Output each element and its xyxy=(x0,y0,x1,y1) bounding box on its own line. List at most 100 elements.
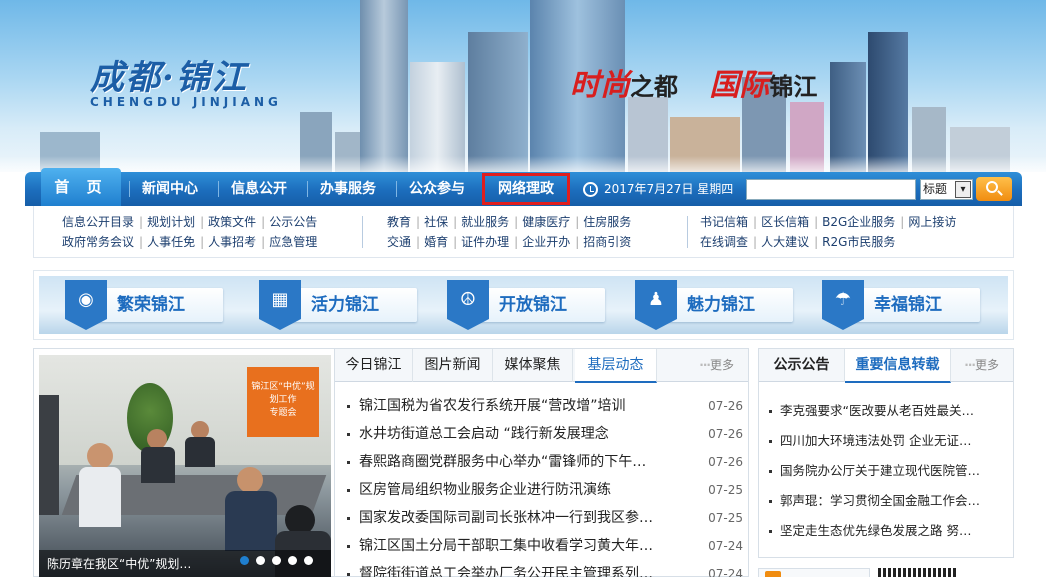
news-date: 07-24 xyxy=(708,567,743,577)
feature-label: 繁荣锦江 xyxy=(117,295,185,315)
feature-openness[interactable]: ☮ 开放锦江 xyxy=(447,280,605,330)
tab-important-reprints[interactable]: 重要信息转载 xyxy=(845,349,951,383)
link-transport[interactable]: 交通 xyxy=(387,232,420,252)
notice-item[interactable]: 李克强要求“医改要从老百姓最关… xyxy=(769,396,1009,426)
link-appointments[interactable]: 人事任免 xyxy=(147,232,204,252)
bullet-icon xyxy=(347,461,350,464)
slide-dot[interactable] xyxy=(256,556,265,565)
link-announcements[interactable]: 公示公告 xyxy=(269,212,322,232)
slide-dot[interactable] xyxy=(288,556,297,565)
news-more-link[interactable]: ···更多 xyxy=(699,349,734,382)
nav-home[interactable]: 首 页 xyxy=(41,168,121,206)
news-item[interactable]: 锦江国税为省农发行系统开展“营改增”培训 07-26 xyxy=(347,392,743,420)
search-type-select[interactable]: 标题 ▾ xyxy=(920,179,973,200)
news-tabs: 今日锦江 图片新闻 媒体聚焦 基层动态 ···更多 xyxy=(335,349,748,383)
slide-dot[interactable] xyxy=(272,556,281,565)
news-item[interactable]: 水井坊街道总工会启动 “践行新发展理念 07-26 xyxy=(347,420,743,448)
tab-photo-news[interactable]: 图片新闻 xyxy=(413,349,493,382)
link-b2g[interactable]: B2G企业服务 xyxy=(822,212,904,232)
header-banner: 成都·锦江 CHENGDU JINJIANG 时尚之都 国际锦江 xyxy=(0,0,1046,172)
link-policy-docs[interactable]: 政策文件 xyxy=(208,212,265,232)
quick-links-row: 交通婚育证件办理企业开办招商引资 xyxy=(387,232,640,252)
tab-media-focus[interactable]: 媒体聚焦 xyxy=(493,349,573,382)
slide-dot[interactable] xyxy=(304,556,313,565)
news-item[interactable]: 国家发改委国际司副司长张林冲一行到我区参… 07-25 xyxy=(347,504,743,532)
site-logo[interactable]: 成都·锦江 xyxy=(90,50,248,99)
link-secretary-mailbox[interactable]: 书记信箱 xyxy=(700,212,757,232)
notice-item[interactable]: 郭声琨：学习贯彻全国金融工作会… xyxy=(769,486,1009,516)
link-executive-meeting[interactable]: 政府常务会议 xyxy=(62,232,143,252)
news-item[interactable]: 锦江区国土分局干部职工集中收看学习黄大年… 07-24 xyxy=(347,532,743,560)
link-employment[interactable]: 就业服务 xyxy=(461,212,518,232)
current-date: 2017年7月27日 星期四 xyxy=(583,172,733,206)
tab-today-jinjiang[interactable]: 今日锦江 xyxy=(335,349,413,382)
link-npc-suggestions[interactable]: 人大建议 xyxy=(761,232,818,252)
nav-info-disclosure[interactable]: 信息公开 xyxy=(219,172,299,206)
peace-icon: ☮ xyxy=(447,280,489,330)
date-text: 2017年7月27日 星期四 xyxy=(604,182,734,196)
link-planning[interactable]: 规划计划 xyxy=(147,212,204,232)
link-education[interactable]: 教育 xyxy=(387,212,420,232)
link-r2g[interactable]: R2G市民服务 xyxy=(822,232,900,252)
slogan-part1: 时尚 xyxy=(570,68,630,103)
bullet-icon xyxy=(769,500,772,503)
bottom-widgets xyxy=(758,566,1014,577)
nav-public-participation[interactable]: 公众参与 xyxy=(397,172,477,206)
link-online-survey[interactable]: 在线调查 xyxy=(700,232,757,252)
feature-vitality[interactable]: ▦ 活力锦江 xyxy=(259,280,417,330)
news-date: 07-26 xyxy=(708,455,743,469)
link-marriage[interactable]: 婚育 xyxy=(424,232,457,252)
bottom-widget-left[interactable] xyxy=(758,568,870,577)
link-info-catalog[interactable]: 信息公开目录 xyxy=(62,212,143,232)
quick-links-group-services: 教育社保就业服务健康医疗住房服务 交通婚育证件办理企业开办招商引资 xyxy=(387,212,640,252)
notice-list: 李克强要求“医改要从老百姓最关… 四川加大环境违法处罚 企业无证… 国务院办公厅… xyxy=(769,396,1009,546)
link-social-security[interactable]: 社保 xyxy=(424,212,457,232)
notice-item[interactable]: 国务院办公厅关于建立现代医院管… xyxy=(769,456,1009,486)
news-item[interactable]: 区房管局组织物业服务企业进行防汛演练 07-25 xyxy=(347,476,743,504)
link-housing[interactable]: 住房服务 xyxy=(583,212,636,232)
feature-banner: ◉ 繁荣锦江 ▦ 活力锦江 ☮ 开放锦江 ♟ 魅力锦江 ☂ 幸福锦江 xyxy=(33,270,1014,340)
search-input[interactable] xyxy=(746,179,916,200)
photo-slideshow: 锦江区“中优”规划工作 专题会 陈历章在我区“中优”规划… xyxy=(33,348,335,577)
link-emergency[interactable]: 应急管理 xyxy=(269,232,322,252)
bullet-icon xyxy=(347,433,350,436)
slide-dots xyxy=(233,550,313,569)
news-date: 07-25 xyxy=(708,483,743,497)
grid-icon: ▦ xyxy=(259,280,301,330)
link-certificates[interactable]: 证件办理 xyxy=(461,232,518,252)
photo-person-body xyxy=(141,447,175,483)
quick-links-row: 教育社保就业服务健康医疗住房服务 xyxy=(387,212,640,232)
notice-item[interactable]: 四川加大环境违法处罚 企业无证… xyxy=(769,426,1009,456)
clock-icon xyxy=(583,182,598,197)
link-mayor-mailbox[interactable]: 区长信箱 xyxy=(761,212,818,232)
feature-charm[interactable]: ♟ 魅力锦江 xyxy=(635,280,793,330)
feature-happiness[interactable]: ☂ 幸福锦江 xyxy=(822,280,980,330)
news-title: 春熙路商圈党群服务中心举办“雷锋师的下午… xyxy=(359,454,647,470)
quick-links: 信息公开目录规划计划政策文件公示公告 政府常务会议人事任免人事招考应急管理 教育… xyxy=(33,206,1014,258)
umbrella-icon: ☂ xyxy=(822,280,864,330)
quick-links-row: 信息公开目录规划计划政策文件公示公告 xyxy=(62,212,326,232)
slogan-part4: 锦江 xyxy=(769,72,818,101)
photo-person xyxy=(87,443,113,469)
slide-dot[interactable] xyxy=(240,556,249,565)
nav-services[interactable]: 办事服务 xyxy=(308,172,388,206)
news-item[interactable]: 督院街街道总工会举办厂务公开民主管理系列… 07-24 xyxy=(347,560,743,577)
slide-photo[interactable]: 锦江区“中优”规划工作 专题会 陈历章在我区“中优”规划… xyxy=(39,355,331,577)
photo-person-body xyxy=(185,437,215,467)
nav-online-governance[interactable]: 网络理政 xyxy=(482,173,570,205)
link-recruitment[interactable]: 人事招考 xyxy=(208,232,265,252)
link-healthcare[interactable]: 健康医疗 xyxy=(522,212,579,232)
notice-item[interactable]: 坚定走生态优先绿色发展之路 努… xyxy=(769,516,1009,546)
news-list: 锦江国税为省农发行系统开展“营改增”培训 07-26 水井坊街道总工会启动 “践行… xyxy=(347,392,743,577)
tab-announcements[interactable]: 公示公告 xyxy=(759,349,845,382)
news-item[interactable]: 春熙路商圈党群服务中心举办“雷锋师的下午… 07-26 xyxy=(347,448,743,476)
notice-more-link[interactable]: ···更多 xyxy=(964,349,999,382)
search-button[interactable] xyxy=(976,177,1012,201)
feature-prosperous[interactable]: ◉ 繁荣锦江 xyxy=(65,280,223,330)
tab-grassroots[interactable]: 基层动态 xyxy=(575,349,657,383)
nav-news-center[interactable]: 新闻中心 xyxy=(130,172,210,206)
bullet-icon xyxy=(769,470,772,473)
link-investment[interactable]: 招商引资 xyxy=(583,232,636,252)
link-business-setup[interactable]: 企业开办 xyxy=(522,232,579,252)
link-online-petition[interactable]: 网上接访 xyxy=(908,212,961,232)
